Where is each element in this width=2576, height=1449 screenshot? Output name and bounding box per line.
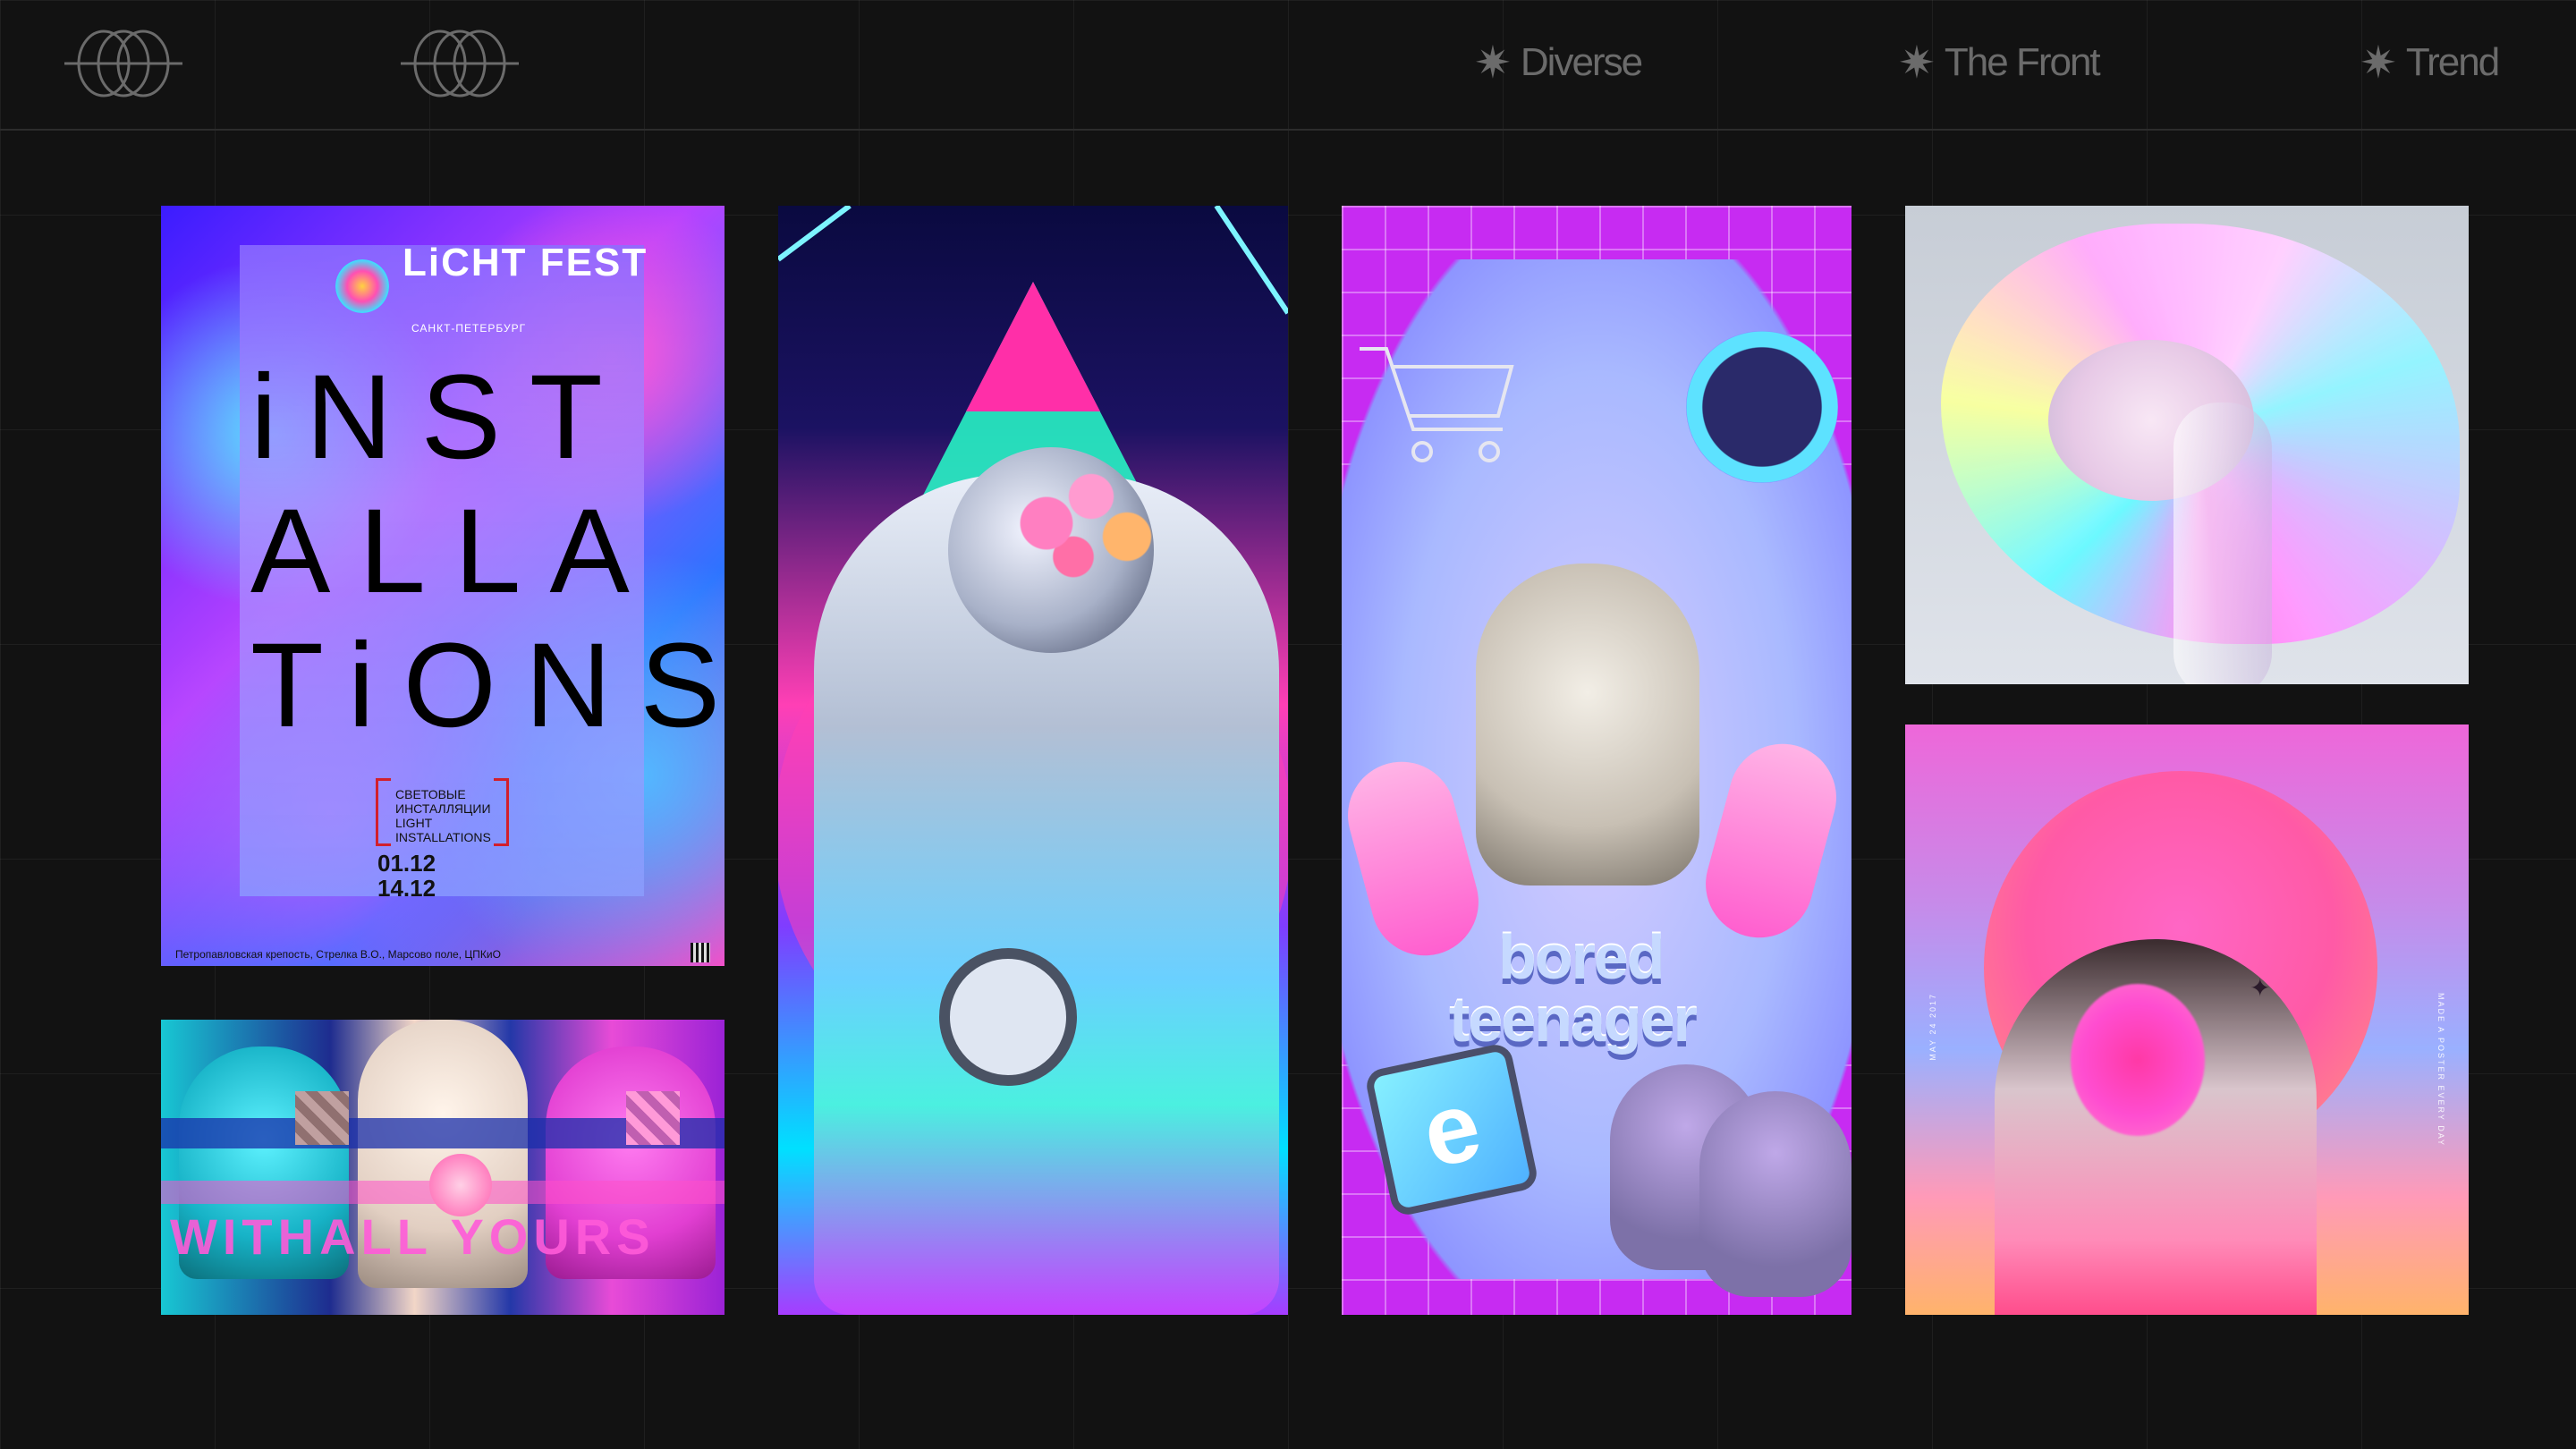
light-fest-logo-icon <box>335 259 389 313</box>
poster-tagline-vertical: MADE A POSTER EVERY DAY <box>2436 993 2445 1148</box>
alien-figure <box>1699 1091 1852 1297</box>
flower-bouquet <box>993 456 1172 590</box>
nav-item-label: Trend <box>2405 40 2500 84</box>
poster-headline-line1: iNST <box>250 351 631 484</box>
nav-item-label: Diverse <box>1520 40 1643 84</box>
poster-date-end: 14.12 <box>377 875 436 902</box>
suit-valve <box>939 948 1077 1086</box>
star-icon: ✷ <box>1474 38 1512 88</box>
nav-item-label: The Front <box>1944 40 2101 84</box>
orbit-rings-logo-icon[interactable] <box>61 23 186 104</box>
poster-city: САНКТ-ПЕТЕРБУРГ <box>411 322 527 335</box>
poster-footer: Петропавловская крепость, Стрелка В.О., … <box>175 948 501 961</box>
nav-item-diverse[interactable]: ✷ Diverse <box>1474 36 1643 89</box>
poster-bracket-right <box>494 778 509 846</box>
bird-icon: ✦ <box>2250 974 2271 1002</box>
glitch-statue-image[interactable]: WITHALL YOURS <box>161 1020 724 1315</box>
teenager-word: teenager <box>1449 985 1698 1055</box>
astronaut-flowers-image[interactable] <box>778 206 1288 1315</box>
glitch-caption: WITHALL YOURS <box>170 1208 656 1265</box>
blurred-face <box>2071 984 2205 1136</box>
statue-bust <box>1476 564 1699 886</box>
pixelated-patch <box>626 1091 680 1145</box>
star-icon: ✷ <box>1898 38 1936 88</box>
bored-word: bored <box>1498 922 1665 992</box>
pixelated-patch <box>295 1091 349 1145</box>
star-icon: ✷ <box>2360 38 2397 88</box>
poster-brand: LiCHT FEST <box>402 241 648 284</box>
poster-date-start: 01.12 <box>377 850 436 877</box>
qr-code-icon <box>691 943 710 962</box>
sad-face-icon <box>1686 331 1838 483</box>
iridescent-3d-shape-image[interactable] <box>1905 206 2469 684</box>
poster-headline-line2: ALLA <box>250 485 658 618</box>
poster-description: СВЕТОВЫЕ ИНСТАЛЛЯЦИИ LIGHT INSTALLATIONS <box>395 787 491 844</box>
poster-date-vertical: MAY 24 2017 <box>1928 993 1937 1061</box>
glass-tube <box>2174 402 2272 684</box>
top-navigation-bar: ✷ Diverse ✷ The Front ✷ Trend <box>0 0 2576 131</box>
woman-sunset-poster-image[interactable]: MAY 24 2017 MADE A POSTER EVERY DAY ✦ <box>1905 724 2469 1315</box>
nav-item-trend[interactable]: ✷ Trend <box>2360 36 2500 89</box>
nav-item-the-front[interactable]: ✷ The Front <box>1898 36 2101 89</box>
light-fest-poster-image[interactable]: LiCHT FEST САНКТ-ПЕТЕРБУРГ iNST ALLA TiO… <box>161 206 724 966</box>
internet-explorer-icon: e <box>1363 1041 1540 1218</box>
poster-headline-line3: TiONS <box>250 619 724 752</box>
orbit-rings-logo-icon[interactable] <box>397 23 522 104</box>
poster-bracket-left <box>376 778 391 846</box>
bored-teenager-collage-image[interactable]: bored teenager e <box>1342 206 1852 1315</box>
shopping-cart-icon <box>1360 347 1514 462</box>
